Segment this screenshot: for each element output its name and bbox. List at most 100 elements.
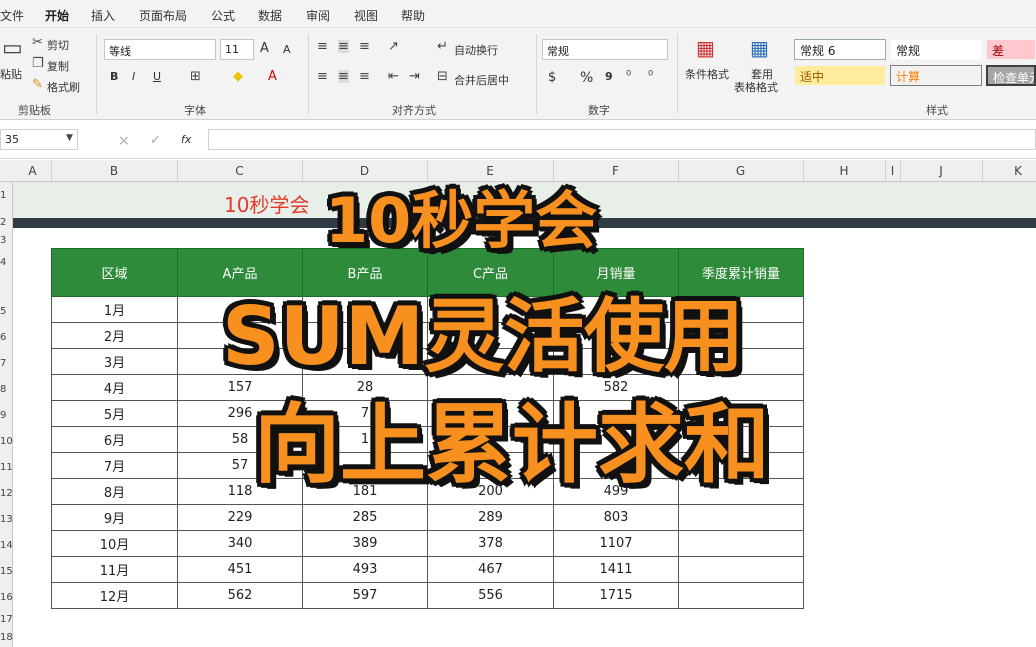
table-cell[interactable]: 9月 xyxy=(51,504,178,531)
style-bad[interactable]: 差 xyxy=(986,39,1036,60)
font-size-select[interactable]: 11 xyxy=(220,39,254,60)
tab-review[interactable]: 审阅 xyxy=(306,7,330,24)
insert-function-button[interactable]: fx xyxy=(181,133,191,146)
row-header[interactable]: 10 xyxy=(0,436,13,447)
decrease-decimal-icon[interactable]: ⁰ xyxy=(648,70,653,83)
enter-button[interactable]: ✓ xyxy=(150,133,161,148)
table-cell[interactable] xyxy=(678,504,804,531)
table-cell[interactable]: 467 xyxy=(427,556,554,583)
name-box-dropdown-icon[interactable]: ▼ xyxy=(66,134,73,143)
row-header[interactable]: 6 xyxy=(0,332,13,343)
column-header-i[interactable]: I xyxy=(885,164,900,178)
tab-page-layout[interactable]: 页面布局 xyxy=(139,7,187,24)
align-middle-icon[interactable]: ≡ xyxy=(338,40,349,53)
row-header[interactable]: 17 xyxy=(0,614,13,625)
table-cell[interactable]: 229 xyxy=(177,504,303,531)
tab-file[interactable]: 文件 xyxy=(0,7,24,24)
align-bottom-icon[interactable]: ≡ xyxy=(359,40,370,53)
increase-decimal-icon[interactable]: ⁰ xyxy=(626,70,631,83)
table-cell[interactable]: 285 xyxy=(302,504,428,531)
fill-color-icon[interactable]: ◆ xyxy=(233,70,243,83)
style-check-cell[interactable]: 检查单元 xyxy=(986,65,1036,86)
copy-button[interactable]: 复制 xyxy=(47,58,69,74)
header-region[interactable]: 区域 xyxy=(51,248,178,297)
tab-home[interactable]: 开始 xyxy=(45,7,70,31)
column-header-c[interactable]: C xyxy=(177,164,302,178)
row-header[interactable]: 5 xyxy=(0,306,13,317)
row-header[interactable]: 11 xyxy=(0,462,13,473)
currency-button[interactable]: $ xyxy=(548,70,556,85)
format-painter-icon[interactable]: ✎ xyxy=(32,78,43,91)
table-cell[interactable]: 556 xyxy=(427,582,554,609)
column-header-k[interactable]: K xyxy=(982,164,1036,178)
bold-button[interactable]: B xyxy=(110,70,118,83)
table-cell[interactable]: 6月 xyxy=(51,426,178,453)
row-header[interactable]: 9 xyxy=(0,410,13,421)
cut-button[interactable]: 剪切 xyxy=(47,37,69,53)
tab-help[interactable]: 帮助 xyxy=(401,7,425,24)
grow-font-button[interactable]: A xyxy=(260,41,269,56)
row-header[interactable]: 8 xyxy=(0,384,13,395)
tab-data[interactable]: 数据 xyxy=(258,7,282,24)
table-cell[interactable]: 3月 xyxy=(51,348,178,375)
table-cell[interactable]: 597 xyxy=(302,582,428,609)
font-color-icon[interactable]: A xyxy=(268,70,277,83)
row-header[interactable]: 13 xyxy=(0,514,13,525)
row-header[interactable]: 12 xyxy=(0,488,13,499)
table-cell[interactable]: 378 xyxy=(427,530,554,557)
table-cell[interactable]: 289 xyxy=(427,504,554,531)
conditional-format-button[interactable]: 条件格式 xyxy=(685,66,729,82)
increase-indent-icon[interactable]: ⇥ xyxy=(409,70,420,83)
format-table-label-2[interactable]: 表格格式 xyxy=(734,79,778,95)
merge-center-button[interactable]: 合并后居中 xyxy=(454,72,509,88)
underline-button[interactable]: U xyxy=(153,70,161,83)
font-name-select[interactable]: 等线 xyxy=(104,39,216,60)
cancel-button[interactable]: × xyxy=(118,133,130,149)
column-header-j[interactable]: J xyxy=(900,164,982,178)
align-center-icon[interactable]: ≡ xyxy=(338,70,349,83)
table-cell[interactable]: 389 xyxy=(302,530,428,557)
shrink-font-button[interactable]: A xyxy=(283,43,291,56)
decrease-indent-icon[interactable]: ⇤ xyxy=(388,70,399,83)
border-icon[interactable]: ⊞ xyxy=(190,70,201,83)
table-cell[interactable]: 12月 xyxy=(51,582,178,609)
format-table-icon[interactable]: ▦ xyxy=(750,38,769,58)
table-cell[interactable]: 2月 xyxy=(51,322,178,349)
percent-button[interactable]: % xyxy=(580,70,593,86)
table-cell[interactable]: 1107 xyxy=(553,530,679,557)
table-cell[interactable]: 1715 xyxy=(553,582,679,609)
row-header[interactable]: 14 xyxy=(0,540,13,551)
row-header[interactable]: 3 xyxy=(0,235,13,246)
table-cell[interactable]: 340 xyxy=(177,530,303,557)
column-header-a[interactable]: A xyxy=(20,164,45,178)
table-cell[interactable]: 5月 xyxy=(51,400,178,427)
style-normal[interactable]: 常规 xyxy=(890,39,982,60)
number-format-select[interactable]: 常规 xyxy=(542,39,668,60)
table-cell[interactable]: 451 xyxy=(177,556,303,583)
row-header[interactable]: 15 xyxy=(0,566,13,577)
style-normal-6[interactable]: 常规 6 xyxy=(794,39,886,60)
table-cell[interactable]: 7月 xyxy=(51,452,178,479)
table-cell[interactable]: 4月 xyxy=(51,374,178,401)
merge-icon[interactable]: ⊟ xyxy=(437,70,448,83)
table-cell[interactable]: 803 xyxy=(553,504,679,531)
copy-icon[interactable]: ❐ xyxy=(32,57,44,70)
conditional-format-icon[interactable]: ▦ xyxy=(696,38,715,58)
row-header[interactable]: 1 xyxy=(0,190,13,201)
align-right-icon[interactable]: ≡ xyxy=(359,70,370,83)
table-cell[interactable] xyxy=(678,582,804,609)
table-cell[interactable]: 1411 xyxy=(553,556,679,583)
table-cell[interactable] xyxy=(678,556,804,583)
column-header-h[interactable]: H xyxy=(803,164,885,178)
paste-icon[interactable]: ▭ xyxy=(2,38,23,60)
row-header[interactable]: 2 xyxy=(0,217,13,228)
cut-icon[interactable]: ✂ xyxy=(32,36,43,49)
table-cell[interactable]: 11月 xyxy=(51,556,178,583)
tab-view[interactable]: 视图 xyxy=(354,7,378,24)
wrap-text-icon[interactable]: ↵ xyxy=(437,40,448,53)
format-painter-button[interactable]: 格式刷 xyxy=(47,79,80,95)
formula-input[interactable] xyxy=(208,129,1036,150)
align-top-icon[interactable]: ≡ xyxy=(317,40,328,53)
column-header-g[interactable]: G xyxy=(678,164,803,178)
table-cell[interactable]: 1月 xyxy=(51,296,178,323)
